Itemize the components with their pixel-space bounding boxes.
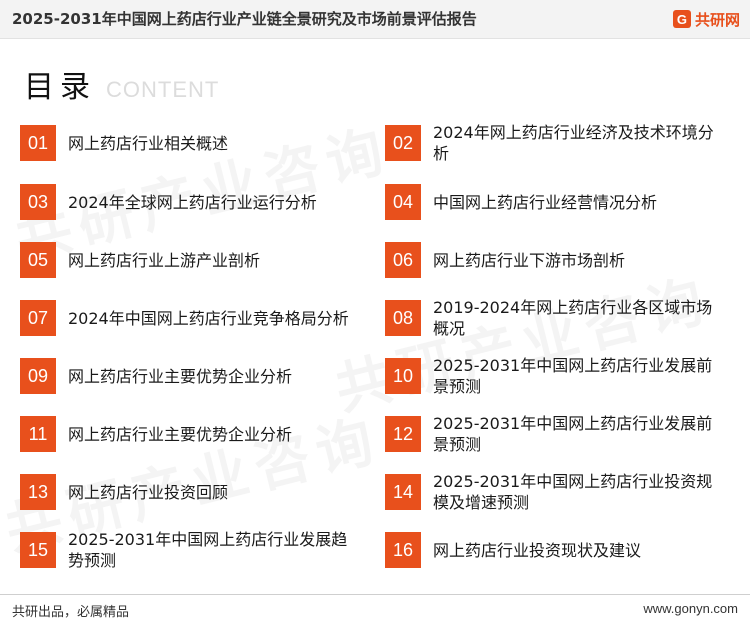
chapter-number: 05 — [20, 242, 56, 278]
chapter-label: 中国网上药店行业经营情况分析 — [433, 192, 658, 212]
header-bar: 2025-2031年中国网上药店行业产业链全景研究及市场前景评估报告 G 共研网 — [0, 0, 750, 39]
toc-item-13[interactable]: 13 网上药店行业投资回顾 — [20, 469, 365, 515]
chapter-number: 14 — [385, 474, 421, 510]
chapter-label: 网上药店行业下游市场剖析 — [433, 250, 626, 270]
chapter-number: 15 — [20, 532, 56, 568]
toc-item-01[interactable]: 01 网上药店行业相关概述 — [20, 120, 365, 166]
brand-logo: G 共研网 — [672, 6, 740, 32]
chapter-label: 2025-2031年中国网上药店行业发展前景预测 — [433, 414, 713, 454]
chapter-number: 06 — [385, 242, 421, 278]
toc-item-05[interactable]: 05 网上药店行业上游产业剖析 — [20, 237, 365, 283]
chapter-label: 2025-2031年中国网上药店行业投资规模及增速预测 — [433, 472, 713, 512]
toc-item-12[interactable]: 12 2025-2031年中国网上药店行业发展前景预测 — [385, 411, 730, 457]
logo-icon: G — [672, 10, 691, 28]
toc-item-15[interactable]: 15 2025-2031年中国网上药店行业发展趋势预测 — [20, 527, 365, 573]
toc-item-11[interactable]: 11 网上药店行业主要优势企业分析 — [20, 411, 365, 457]
toc-item-02[interactable]: 02 2024年网上药店行业经济及技术环境分析 — [385, 120, 730, 166]
chapter-label: 网上药店行业主要优势企业分析 — [68, 424, 293, 444]
toc-item-07[interactable]: 07 2024年中国网上药店行业竞争格局分析 — [20, 295, 365, 341]
chapter-number: 01 — [20, 125, 56, 161]
footer-slogan: 共研出品，必属精品 — [12, 605, 130, 620]
toc-item-10[interactable]: 10 2025-2031年中国网上药店行业发展前景预测 — [385, 353, 730, 399]
chapter-number: 16 — [385, 532, 421, 568]
chapter-label: 网上药店行业投资现状及建议 — [433, 540, 642, 560]
toc-item-04[interactable]: 04 中国网上药店行业经营情况分析 — [385, 179, 730, 225]
chapter-number: 09 — [20, 358, 56, 394]
chapter-number: 11 — [20, 416, 56, 452]
chapter-label: 网上药店行业投资回顾 — [68, 482, 229, 502]
chapter-number: 13 — [20, 474, 56, 510]
chapter-number: 12 — [385, 416, 421, 452]
chapter-number: 08 — [385, 300, 421, 336]
footer-website[interactable]: www.gonyn.com — [643, 601, 738, 616]
toc-item-09[interactable]: 09 网上药店行业主要优势企业分析 — [20, 353, 365, 399]
chapter-label: 网上药店行业上游产业剖析 — [68, 250, 261, 270]
chapter-label: 网上药店行业相关概述 — [68, 133, 229, 153]
report-title: 2025-2031年中国网上药店行业产业链全景研究及市场前景评估报告 — [12, 10, 477, 28]
toc-item-16[interactable]: 16 网上药店行业投资现状及建议 — [385, 527, 730, 573]
toc-item-06[interactable]: 06 网上药店行业下游市场剖析 — [385, 237, 730, 283]
chapter-label: 2024年全球网上药店行业运行分析 — [68, 192, 317, 212]
toc-subtitle: CONTENT — [106, 77, 220, 102]
chapter-label: 2019-2024年网上药店行业各区域市场概况 — [433, 298, 713, 338]
chapter-number: 07 — [20, 300, 56, 336]
chapter-number: 10 — [385, 358, 421, 394]
chapter-number: 03 — [20, 184, 56, 220]
toc-title: 目录 — [24, 70, 96, 105]
toc-heading: 目录 CONTENT — [24, 62, 219, 106]
toc-item-08[interactable]: 08 2019-2024年网上药店行业各区域市场概况 — [385, 295, 730, 341]
chapter-label: 2024年网上药店行业经济及技术环境分析 — [433, 123, 714, 163]
chapter-label: 2025-2031年中国网上药店行业发展前景预测 — [433, 356, 713, 396]
footer: 共研出品，必属精品 www.gonyn.com — [0, 594, 750, 623]
chapter-number: 02 — [385, 125, 421, 161]
chapter-number: 04 — [385, 184, 421, 220]
logo-text: 共研网 — [694, 10, 740, 29]
toc-item-14[interactable]: 14 2025-2031年中国网上药店行业投资规模及增速预测 — [385, 469, 730, 515]
chapter-label: 2025-2031年中国网上药店行业发展趋势预测 — [68, 530, 348, 570]
toc-item-03[interactable]: 03 2024年全球网上药店行业运行分析 — [20, 179, 365, 225]
chapter-label: 网上药店行业主要优势企业分析 — [68, 366, 293, 386]
chapter-label: 2024年中国网上药店行业竞争格局分析 — [68, 308, 349, 328]
